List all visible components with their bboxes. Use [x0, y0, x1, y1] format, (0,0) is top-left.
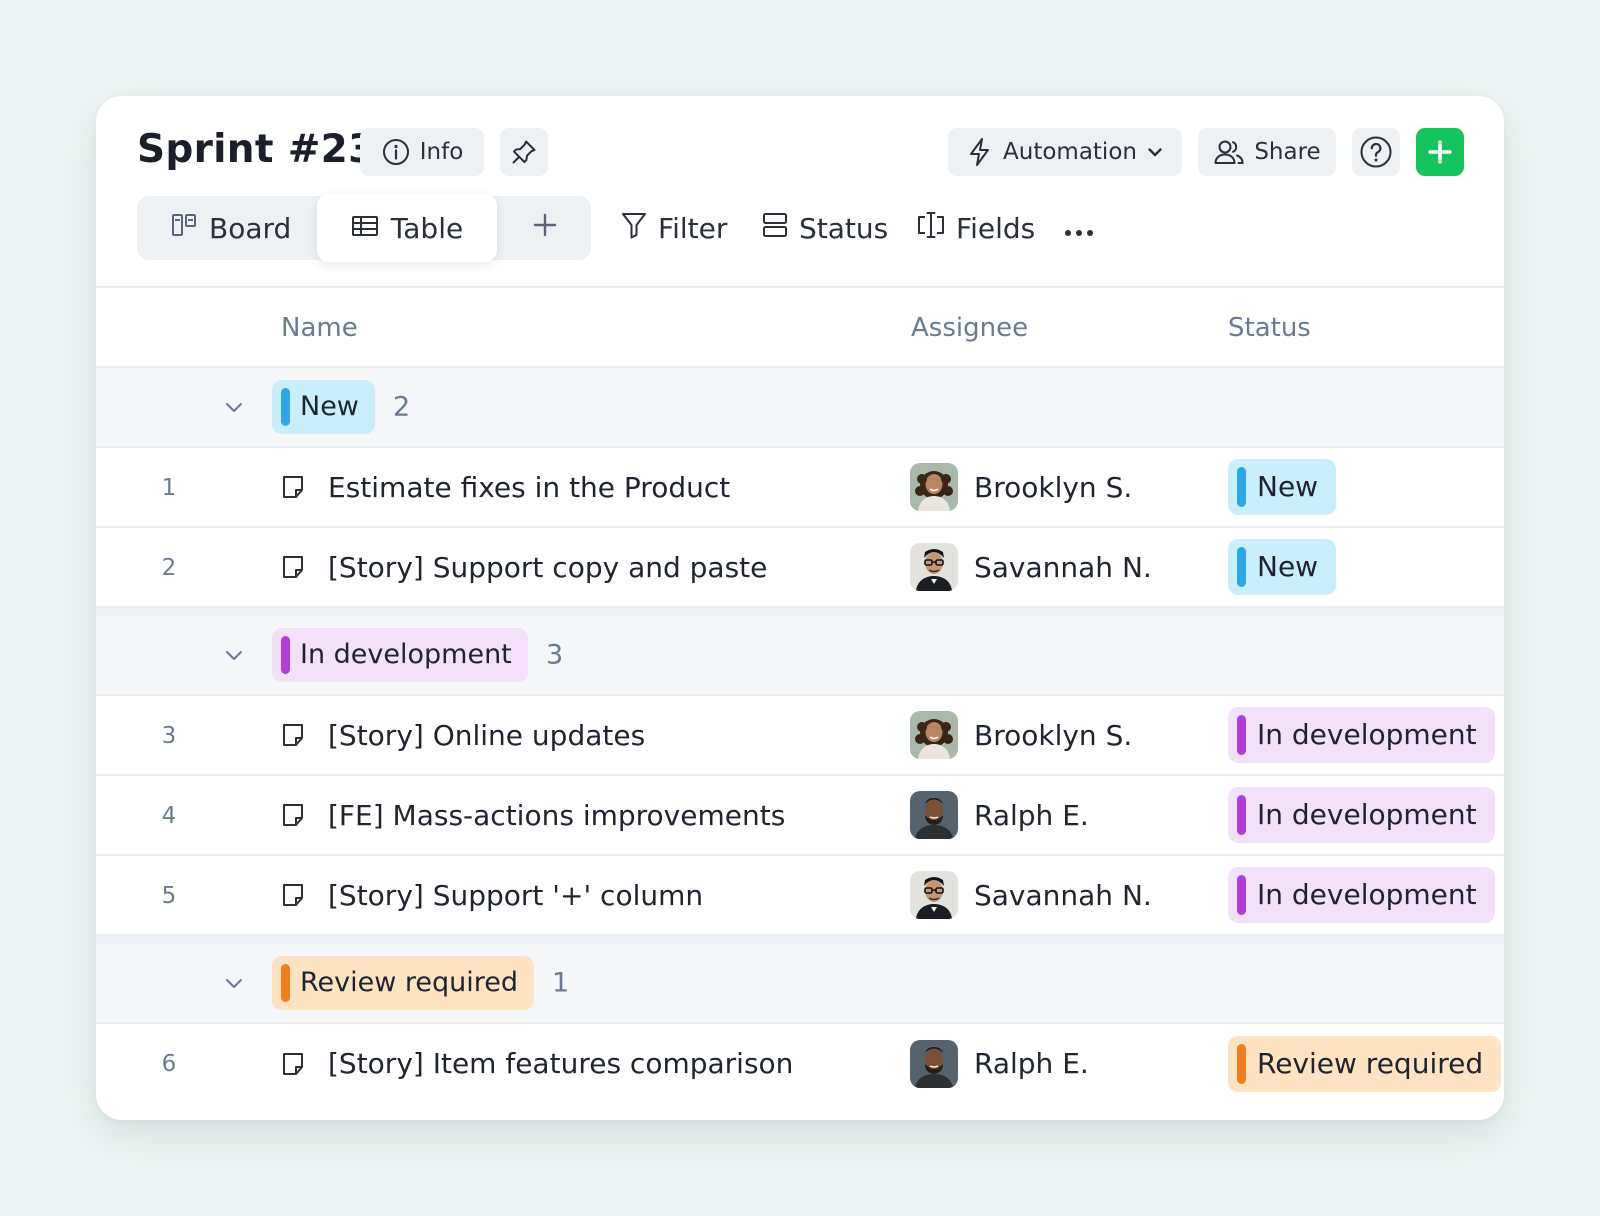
- avatar: [910, 871, 958, 919]
- share-button[interactable]: Share: [1198, 128, 1336, 176]
- group-status-pill: New: [272, 380, 375, 434]
- assignee-name[interactable]: Savannah N.: [974, 528, 1152, 608]
- table-icon: [351, 212, 379, 245]
- group-count: 2: [393, 391, 411, 423]
- info-button[interactable]: Info: [360, 128, 484, 176]
- task-name[interactable]: Estimate fixes in the Product: [328, 448, 730, 528]
- tab-table-label: Table: [390, 211, 464, 245]
- users-icon: [1213, 138, 1245, 166]
- assignee-name[interactable]: Savannah N.: [974, 856, 1152, 936]
- tab-board-label: Board: [209, 211, 292, 245]
- help-button[interactable]: [1352, 128, 1400, 176]
- row-number: 2: [161, 555, 177, 581]
- group-status-pill: In development: [272, 628, 528, 682]
- avatar: [910, 543, 958, 591]
- avatar: [910, 791, 958, 839]
- table-body: New 2 1 Estimate fixes in the Product Brookl…: [96, 368, 1504, 1104]
- plus-icon: [532, 212, 558, 245]
- avatar: [910, 711, 958, 759]
- table-row[interactable]: 3 [Story] Online updates Brooklyn S. In dev…: [96, 696, 1504, 776]
- filter-button[interactable]: Filter: [620, 196, 727, 260]
- assignee-name[interactable]: Brooklyn S.: [974, 696, 1132, 776]
- table-row[interactable]: 4 [FE] Mass-actions improvements Ralph E. I…: [96, 776, 1504, 856]
- status-badge[interactable]: New: [1228, 539, 1337, 595]
- task-icon: [280, 722, 306, 748]
- status-badge[interactable]: New: [1228, 459, 1337, 515]
- group-count: 1: [552, 967, 570, 999]
- task-icon: [280, 554, 306, 580]
- fields-button[interactable]: Fields: [916, 196, 1035, 260]
- lightning-icon: [966, 137, 994, 167]
- more-options-button[interactable]: [1064, 196, 1094, 260]
- table-row[interactable]: 2 [Story] Support copy and paste Savannah …: [96, 528, 1504, 608]
- help-icon: [1359, 135, 1393, 169]
- status-badge[interactable]: In development: [1228, 787, 1495, 843]
- task-name[interactable]: [Story] Support '+' column: [328, 856, 703, 936]
- group-status-pill: Review required: [272, 956, 535, 1010]
- task-icon: [280, 882, 306, 908]
- filter-icon: [620, 210, 648, 247]
- row-number: 5: [161, 883, 177, 909]
- automation-dropdown[interactable]: Automation: [948, 128, 1182, 176]
- chevron-down-icon: [1146, 143, 1164, 161]
- status-label: Status: [799, 211, 889, 245]
- task-name[interactable]: [Story] Item features comparison: [328, 1024, 793, 1104]
- table-row[interactable]: 6 [Story] Item features comparison Ralph E…: [96, 1024, 1504, 1104]
- task-name[interactable]: [Story] Support copy and paste: [328, 528, 767, 608]
- pin-icon: [510, 138, 538, 166]
- chevron-down-icon[interactable]: [224, 397, 244, 417]
- group-header[interactable]: Review required 1: [96, 936, 1504, 1024]
- automation-label: Automation: [1003, 139, 1137, 165]
- group-count: 3: [546, 639, 564, 671]
- add-view-button[interactable]: [523, 196, 567, 260]
- group-header[interactable]: New 2: [96, 368, 1504, 448]
- sprint-card: Sprint #23 Info Automation Share Board T…: [96, 96, 1504, 1120]
- task-name[interactable]: [Story] Online updates: [328, 696, 645, 776]
- assignee-name[interactable]: Brooklyn S.: [974, 448, 1132, 528]
- status-badge[interactable]: In development: [1228, 707, 1495, 763]
- task-name[interactable]: [FE] Mass-actions improvements: [328, 776, 785, 856]
- chevron-down-icon[interactable]: [224, 973, 244, 993]
- assignee-name[interactable]: Ralph E.: [974, 776, 1089, 856]
- items-table: Name Assignee Status New 2 1 Estimate fixes…: [96, 286, 1504, 1104]
- row-number: 4: [161, 803, 177, 829]
- pin-button[interactable]: [500, 128, 548, 176]
- task-icon: [280, 1051, 306, 1077]
- group-header[interactable]: In development 3: [96, 608, 1504, 696]
- table-row[interactable]: 1 Estimate fixes in the Product Brooklyn S…: [96, 448, 1504, 528]
- plus-icon: [1427, 139, 1453, 165]
- task-icon: [280, 802, 306, 828]
- fields-label: Fields: [956, 211, 1036, 245]
- filter-label: Filter: [658, 211, 728, 245]
- row-number: 1: [161, 475, 177, 501]
- row-number: 6: [161, 1051, 177, 1077]
- column-header-name[interactable]: Name: [281, 288, 358, 368]
- row-number: 3: [161, 723, 177, 749]
- assignee-name[interactable]: Ralph E.: [974, 1024, 1089, 1104]
- tab-table[interactable]: Table: [317, 194, 497, 262]
- view-switcher: Board Table: [137, 194, 591, 262]
- status-group-button[interactable]: Status: [761, 196, 888, 260]
- table-row[interactable]: 5 [Story] Support '+' column Savannah N. In…: [96, 856, 1504, 936]
- tab-board[interactable]: Board: [171, 196, 291, 260]
- avatar: [910, 1040, 958, 1088]
- add-item-button[interactable]: [1416, 128, 1464, 176]
- group-rows-icon: [761, 211, 789, 246]
- chevron-down-icon[interactable]: [224, 645, 244, 665]
- task-icon: [280, 474, 306, 500]
- board-icon: [171, 212, 197, 245]
- column-header-status[interactable]: Status: [1228, 288, 1311, 368]
- info-icon: [381, 137, 411, 167]
- status-badge[interactable]: Review required: [1228, 1036, 1502, 1092]
- share-label: Share: [1254, 139, 1321, 165]
- status-badge[interactable]: In development: [1228, 867, 1495, 923]
- avatar: [910, 463, 958, 511]
- more-icon: [1064, 212, 1094, 245]
- info-label: Info: [419, 139, 464, 165]
- column-header-assignee[interactable]: Assignee: [911, 288, 1028, 368]
- page-title: Sprint #23: [137, 127, 376, 172]
- fields-icon: [916, 210, 946, 247]
- table-header: Name Assignee Status: [96, 288, 1504, 368]
